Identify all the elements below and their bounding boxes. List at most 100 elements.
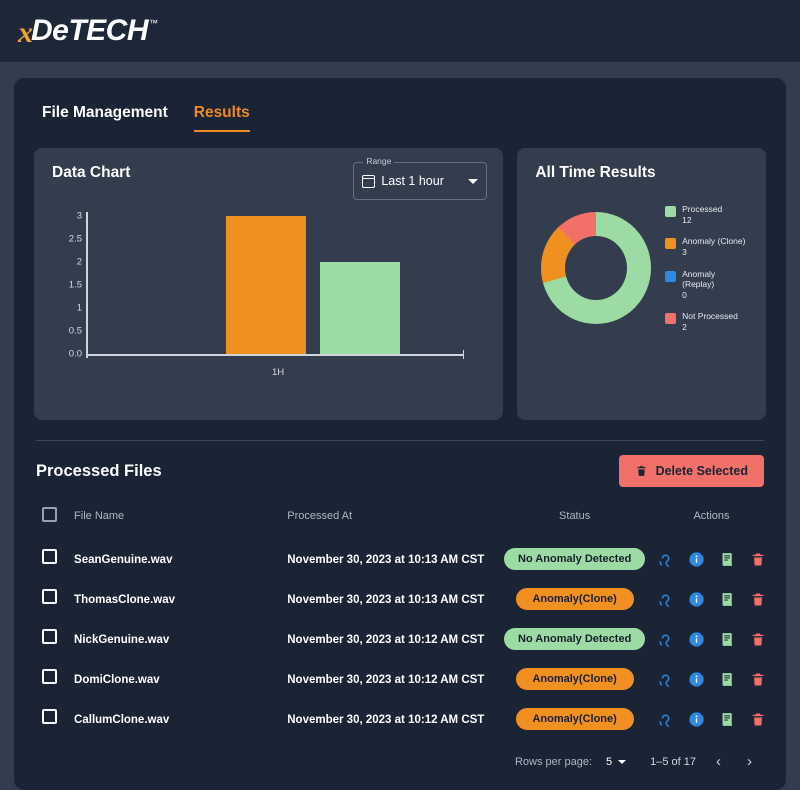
page-body: File Management Results Data Chart Range… <box>0 62 800 790</box>
all-time-results-title: All Time Results <box>535 164 656 181</box>
hearing-icon <box>659 674 670 687</box>
info-action-button[interactable] <box>688 711 705 728</box>
all-time-results-card: All Time Results Processed 12 Anomaly (Clo… <box>517 148 766 420</box>
bar-chart-bars <box>88 216 464 354</box>
logo-trademark-icon: ™ <box>149 18 159 28</box>
bar-chart-bar <box>226 216 306 354</box>
processed-files-title: Processed Files <box>36 461 162 480</box>
report-action-button[interactable] <box>719 631 736 648</box>
processed-files-header: Processed Files Delete Selected <box>34 455 766 487</box>
bar-chart-y-tick: 0.0 <box>68 348 82 360</box>
status-cell: No Anomaly Detected <box>492 539 657 579</box>
row-checkbox[interactable] <box>42 589 57 604</box>
info-action-button[interactable] <box>688 551 705 568</box>
processed-at-text: November 30, 2023 at 10:12 AM CST <box>287 674 485 686</box>
info-action-button[interactable] <box>688 631 705 648</box>
bar-chart-y-tick: 1 <box>76 302 82 314</box>
info-action-button[interactable] <box>688 591 705 608</box>
report-action-button[interactable] <box>719 671 736 688</box>
bar-chart-y-tick: 0.5 <box>68 325 82 337</box>
tab-results[interactable]: Results <box>193 104 250 132</box>
bar-chart-y-tick: 2 <box>76 256 82 268</box>
tab-file-management[interactable]: File Management <box>42 104 168 132</box>
main-panel: File Management Results Data Chart Range… <box>14 78 786 790</box>
bar-chart-y-tick: 2.5 <box>68 233 82 245</box>
calendar-icon <box>362 174 376 188</box>
status-badge: Anomaly(Clone) <box>515 708 634 730</box>
file-name-text: SeanGenuine.wav <box>74 554 173 566</box>
legend-swatch <box>665 206 677 217</box>
processed-at-cell: November 30, 2023 at 10:13 AM CST <box>287 579 492 619</box>
report-action-button[interactable] <box>719 551 736 568</box>
row-checkbox[interactable] <box>42 629 57 644</box>
row-checkbox[interactable] <box>42 709 57 724</box>
table-row: ThomasClone.wav November 30, 2023 at 10:1… <box>34 579 766 619</box>
delete-selected-label: Delete Selected <box>655 464 748 478</box>
trash-icon <box>752 673 764 685</box>
rows-per-page-label: Rows per page: <box>514 755 592 768</box>
donut-legend: Processed 12 Anomaly (Clone) 3 Anomaly (Repl… <box>665 204 748 333</box>
row-checkbox[interactable] <box>42 669 57 684</box>
bar-chart: 0.0 0.5 1 1.5 2 2.5 3 1H <box>52 211 485 381</box>
range-select-control[interactable]: Last 1 hour <box>353 162 488 200</box>
info-action-button[interactable] <box>688 671 705 688</box>
column-status: Status <box>559 510 591 522</box>
status-badge: No Anomaly Detected <box>504 548 646 570</box>
bar-chart-x-axis-line <box>86 351 464 358</box>
hearing-action-button[interactable] <box>657 591 674 608</box>
report-icon <box>722 592 734 606</box>
row-checkbox[interactable] <box>42 549 57 564</box>
actions-cell <box>657 539 766 579</box>
action-buttons <box>657 631 766 648</box>
status-badge: No Anomaly Detected <box>504 628 646 650</box>
hearing-action-button[interactable] <box>657 671 674 688</box>
file-name-text: DomiClone.wav <box>74 674 160 686</box>
hearing-action-button[interactable] <box>657 711 674 728</box>
range-select[interactable]: Range Last 1 hour <box>353 156 488 200</box>
trash-action-button[interactable] <box>750 711 766 728</box>
info-icon <box>689 551 704 567</box>
report-action-button[interactable] <box>719 591 736 608</box>
report-action-button[interactable] <box>719 711 736 728</box>
next-page-button[interactable]: › <box>741 753 758 770</box>
hearing-action-button[interactable] <box>657 631 674 648</box>
row-select-cell <box>34 579 74 619</box>
actions-cell <box>657 699 766 739</box>
legend-label: Anomaly (Clone) 3 <box>682 236 746 257</box>
section-divider <box>36 440 764 441</box>
select-all-checkbox[interactable] <box>42 507 57 522</box>
table-header-row: File Name Processed At Status Actions <box>34 499 766 539</box>
legend-label: Not Processed 2 <box>682 311 738 332</box>
file-name-cell: CallumClone.wav <box>74 699 287 739</box>
row-select-cell <box>34 659 74 699</box>
trash-action-button[interactable] <box>750 671 766 688</box>
range-select-label: Range <box>363 156 395 166</box>
range-select-value: Last 1 hour <box>381 174 444 188</box>
row-select-cell <box>34 619 74 659</box>
action-buttons <box>657 711 766 728</box>
row-select-cell <box>34 699 74 739</box>
table-header: File Name Processed At Status Actions <box>34 499 766 539</box>
status-cell: Anomaly(Clone) <box>492 699 657 739</box>
trash-action-button[interactable] <box>750 551 766 568</box>
status-cell: Anomaly(Clone) <box>492 579 657 619</box>
previous-page-button[interactable]: ‹ <box>710 753 727 770</box>
trash-action-button[interactable] <box>750 631 766 648</box>
report-icon <box>722 672 734 686</box>
bar-chart-bar <box>320 262 400 354</box>
file-name-text: CallumClone.wav <box>74 714 170 726</box>
donut-legend-item: Anomaly (Replay) 0 <box>665 269 748 301</box>
delete-selected-button[interactable]: Delete Selected <box>618 455 764 487</box>
pagination: Rows per page: 5 1–5 of 17 ‹ › <box>34 753 766 770</box>
file-name-text: ThomasClone.wav <box>74 594 176 606</box>
hearing-action-button[interactable] <box>657 551 674 568</box>
trash-action-button[interactable] <box>750 591 766 608</box>
trash-icon <box>752 713 764 725</box>
rows-per-page-select[interactable]: 5 <box>606 756 627 768</box>
app-logo: x DeTECH ™ <box>18 14 159 49</box>
file-name-cell: DomiClone.wav <box>74 659 287 699</box>
actions-cell <box>657 619 766 659</box>
donut-ring <box>541 212 652 325</box>
bar-chart-y-axis: 0.0 0.5 1 1.5 2 2.5 3 <box>52 211 86 360</box>
processed-files-table: File Name Processed At Status Actions Se… <box>34 499 766 739</box>
